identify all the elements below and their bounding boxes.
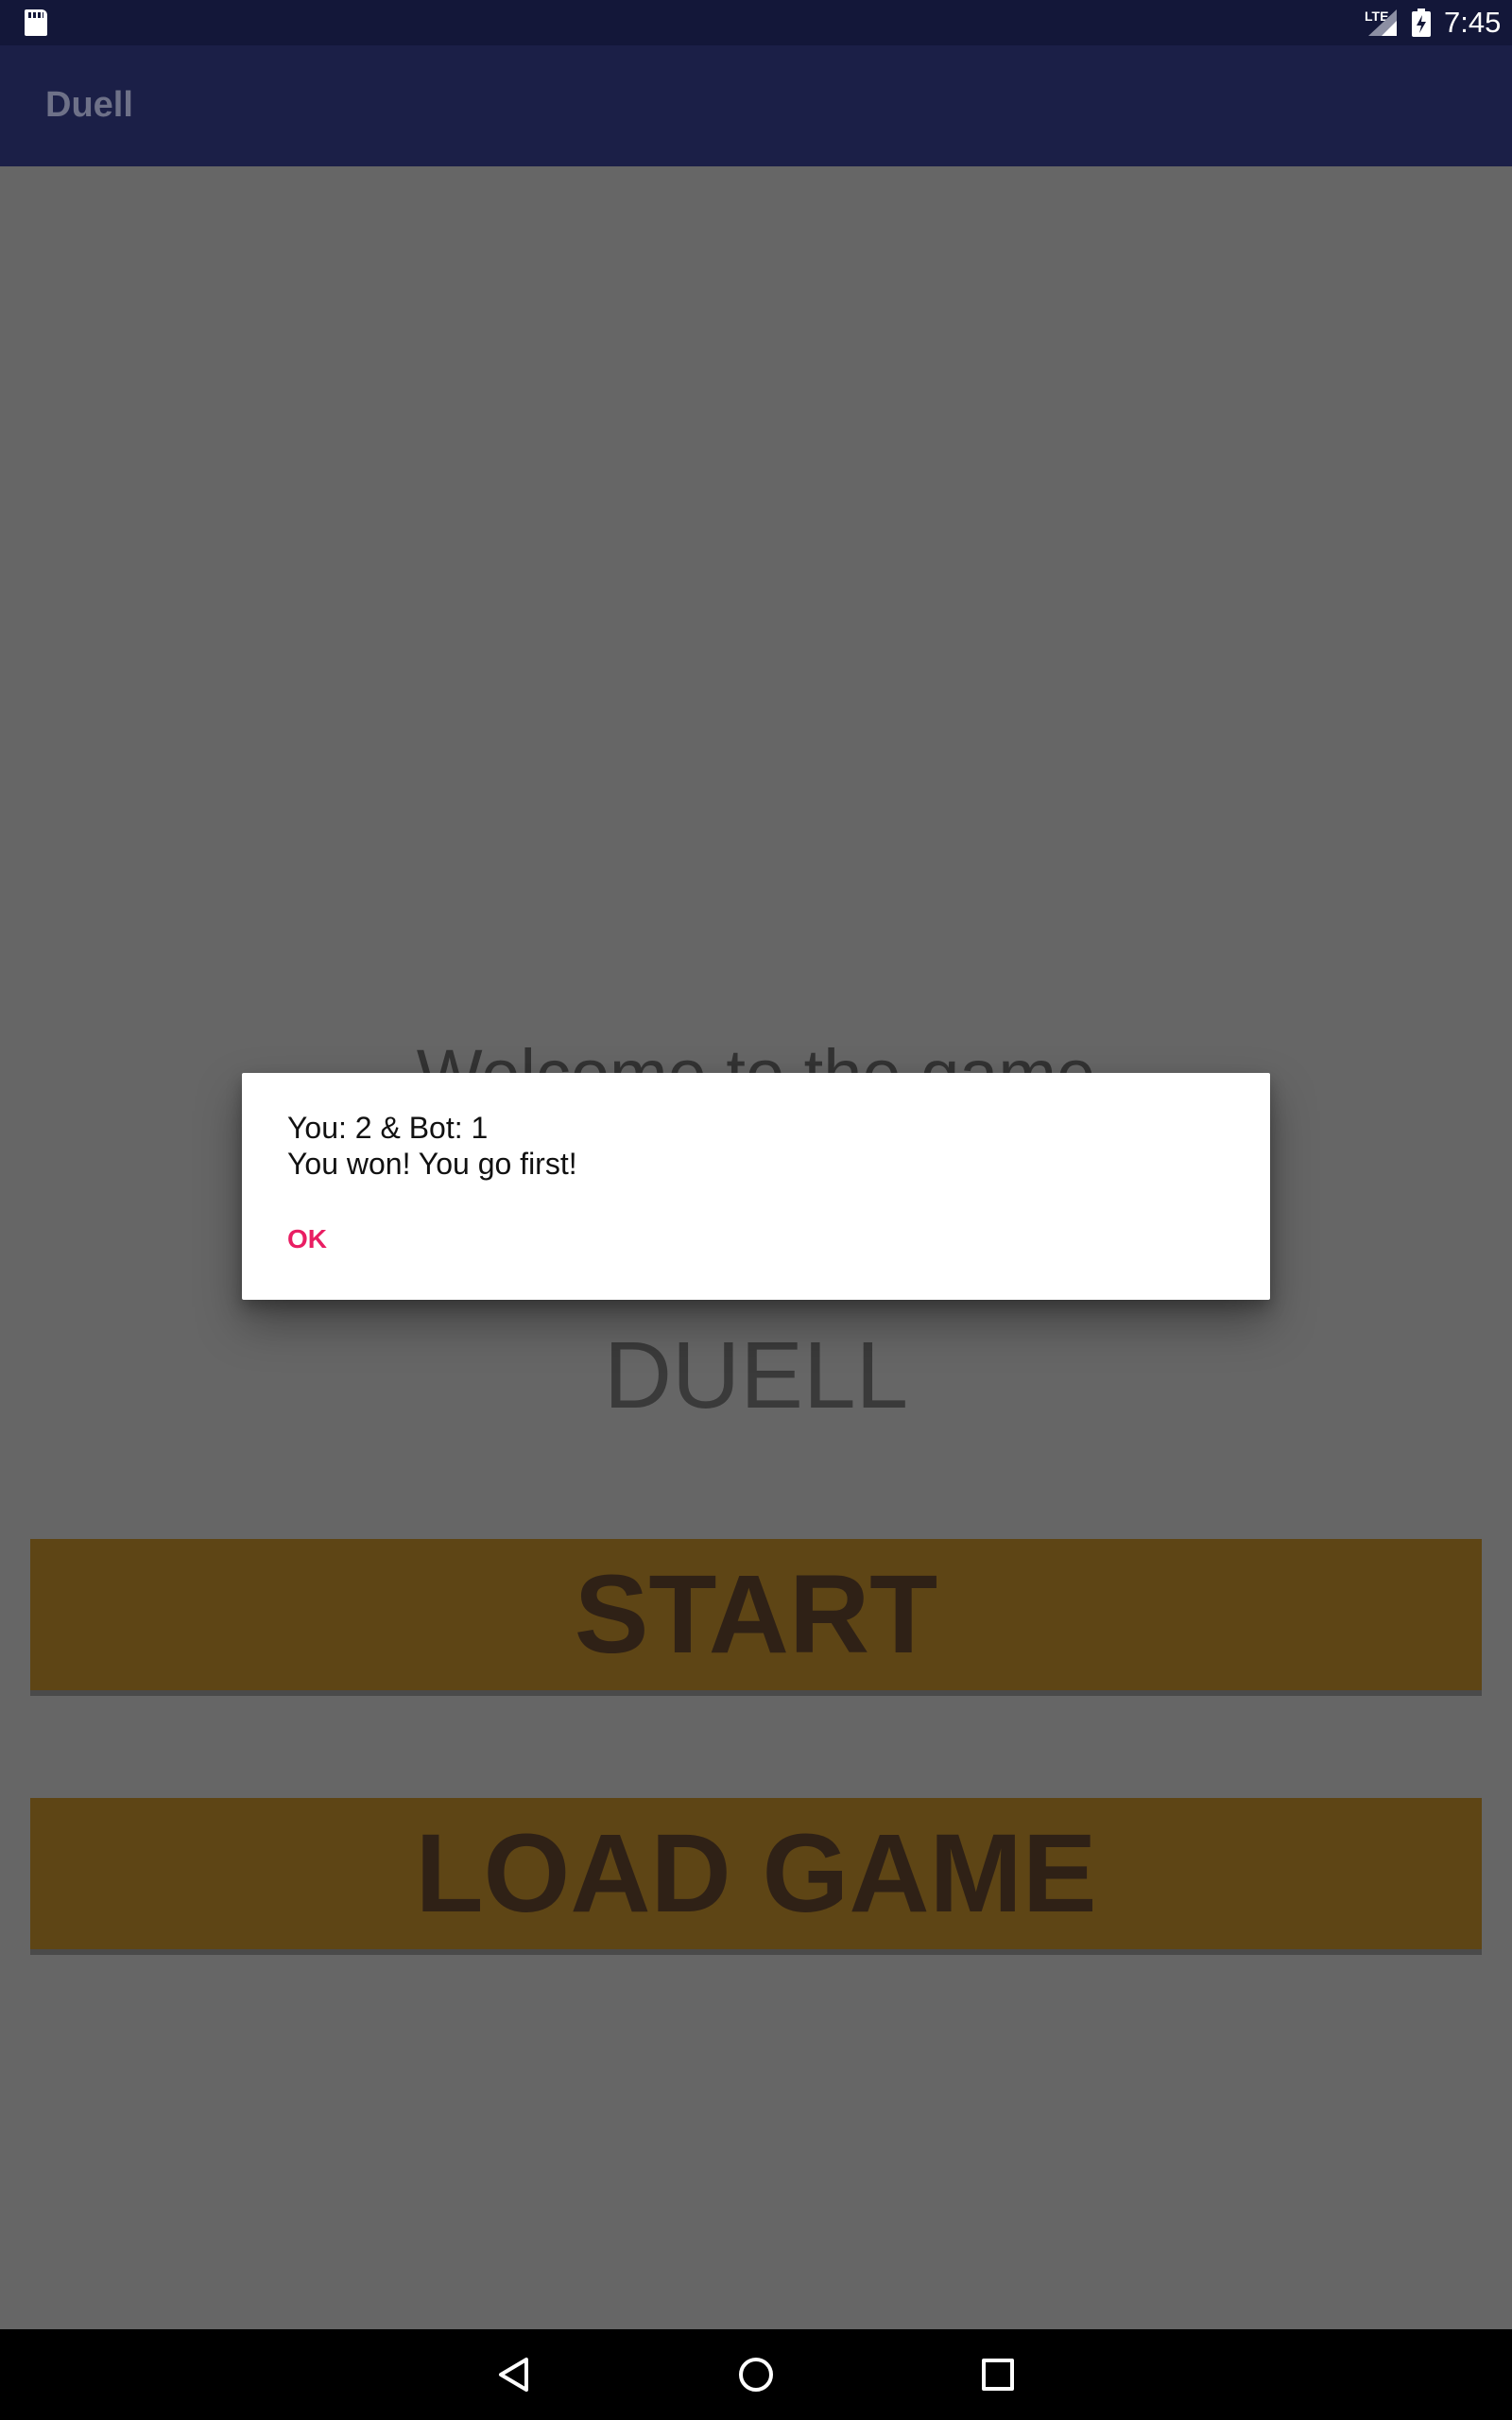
battery-charging-icon — [1412, 9, 1431, 37]
score-text: You: 2 & Bot: 1 — [287, 1111, 489, 1145]
recents-icon — [982, 2359, 1014, 2391]
back-icon — [499, 2358, 528, 2392]
app-bar: Duell — [0, 45, 1512, 166]
status-bar: LTE 7:45 — [0, 0, 1512, 45]
game-title: DUELL — [603, 1322, 909, 1428]
home-button[interactable] — [728, 2346, 784, 2403]
start-button[interactable]: START — [30, 1539, 1482, 1690]
result-message: You won! You go first! — [287, 1147, 577, 1181]
app-title: Duell — [45, 85, 133, 125]
clock-time: 7:45 — [1444, 6, 1502, 39]
load-game-button[interactable]: LOAD GAME — [30, 1798, 1482, 1949]
signal-icon — [1368, 9, 1397, 36]
result-dialog: You: 2 & Bot: 1 You won! You go first! O… — [242, 1073, 1270, 1300]
ok-button[interactable]: OK — [276, 1215, 338, 1264]
sd-card-icon — [25, 9, 47, 36]
recents-button[interactable] — [970, 2346, 1026, 2403]
back-button[interactable] — [486, 2346, 542, 2403]
navigation-bar — [0, 2329, 1512, 2420]
home-icon — [739, 2358, 773, 2392]
